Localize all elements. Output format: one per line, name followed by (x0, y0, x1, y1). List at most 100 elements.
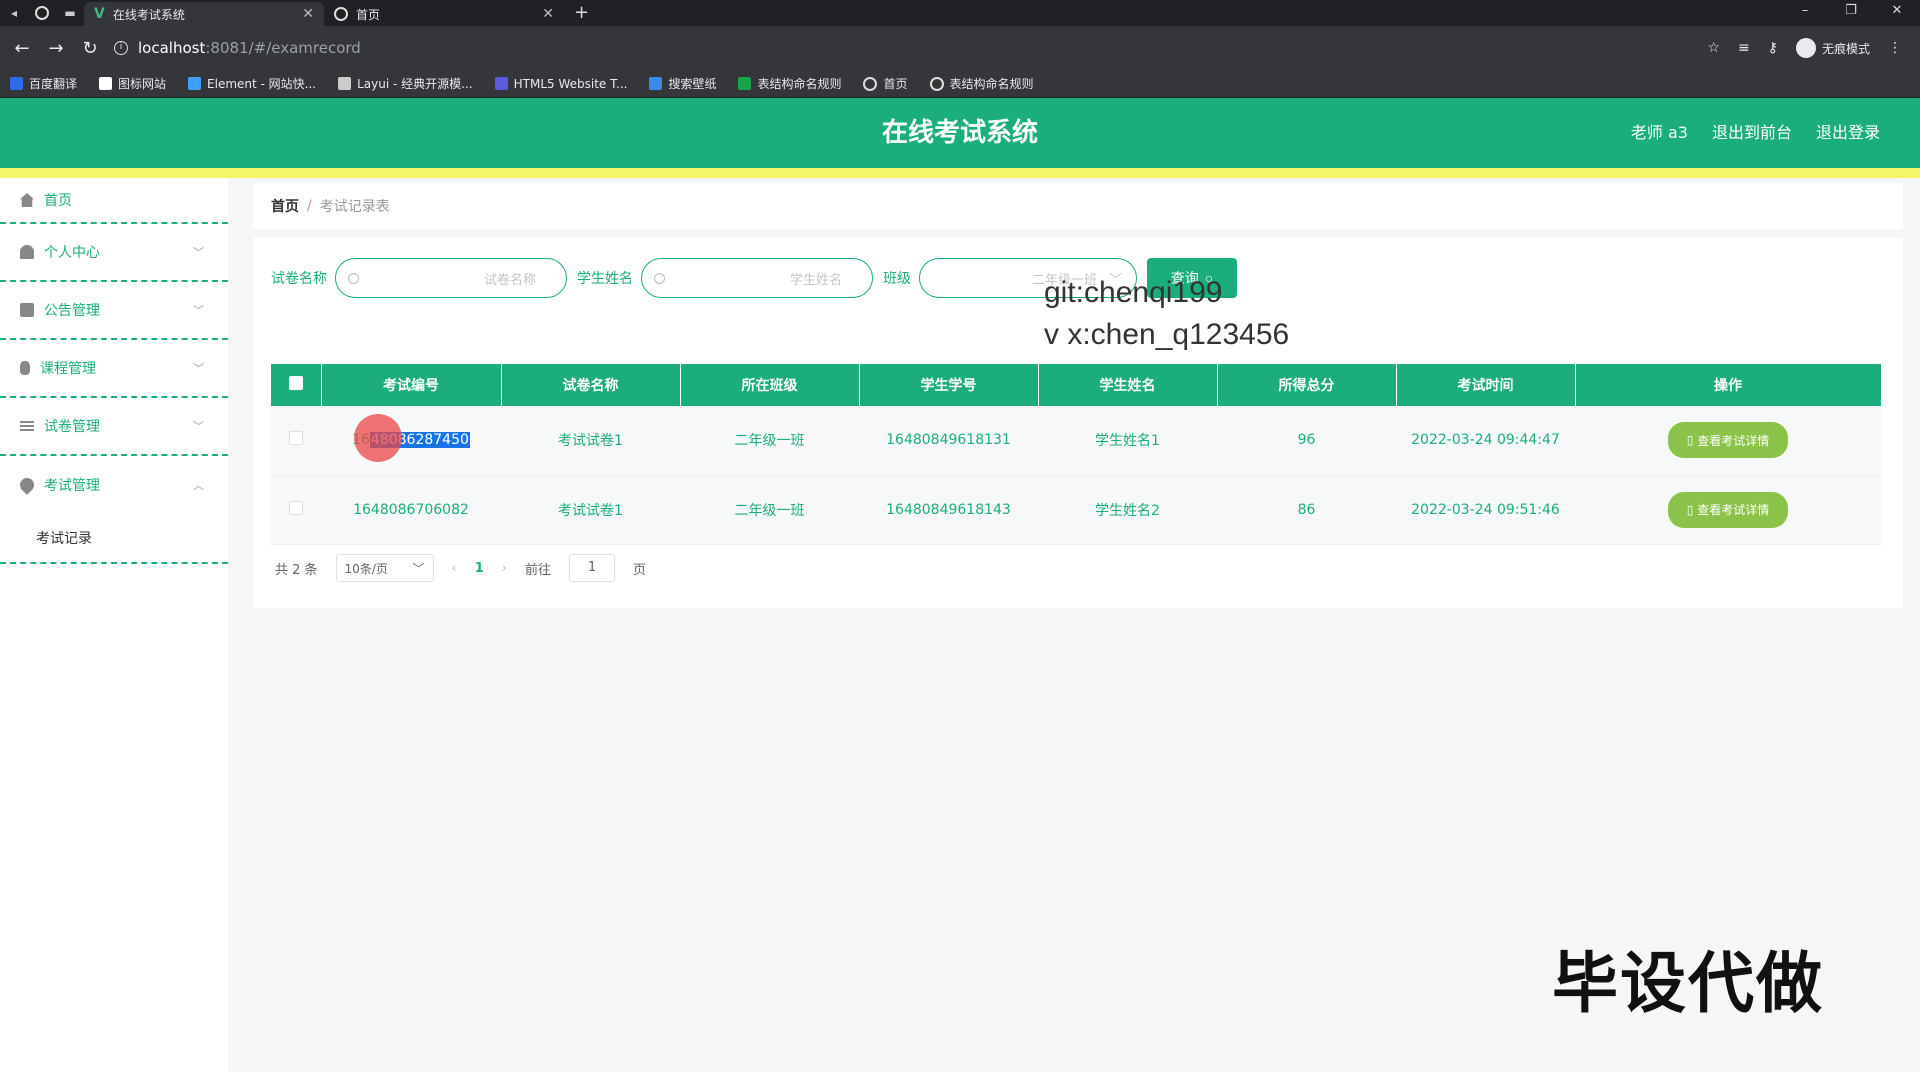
bookmark-item[interactable]: HTML5 Website T... (494, 77, 627, 91)
incognito-badge[interactable]: 无痕模式 (1795, 38, 1870, 58)
bookmark-item[interactable]: Element - 网站快... (188, 75, 316, 92)
url-path: :8081/#/examrecord (205, 39, 361, 57)
search-icon (654, 272, 665, 284)
sidebar-item-home[interactable]: 首页 (0, 178, 228, 224)
table-header-row: 考试编号 试卷名称 所在班级 学生学号 学生姓名 所得总分 考试时间 操作 (271, 364, 1882, 406)
sidebar-item-notice[interactable]: 公告管理 ﹀ (0, 282, 228, 340)
student-name-cell: 学生姓名2 (1038, 475, 1217, 545)
paper-name-label: 试卷名称 (271, 271, 327, 287)
view-exam-detail-button[interactable]: ▯ 查看考试详情 (1668, 491, 1788, 528)
row-checkbox[interactable] (289, 500, 303, 515)
star-icon[interactable]: ☆ (1707, 40, 1720, 56)
more-menu-icon[interactable]: ⋮ (1888, 40, 1902, 56)
paper-name-cell: 考试试卷1 (501, 475, 680, 545)
new-tab-button[interactable]: + (564, 2, 599, 26)
paper-name-input[interactable]: 试卷名称 (335, 258, 567, 298)
exit-to-front-link[interactable]: 退出到前台 (1712, 98, 1792, 168)
document-icon: ▯ (1686, 502, 1694, 517)
watermark-promo: 毕设代做 (1552, 945, 1824, 1022)
column-header: 所得总分 (1217, 364, 1397, 406)
forward-icon[interactable]: → (42, 38, 70, 59)
bookmark-item[interactable]: 表结构命名规则 (929, 75, 1034, 92)
back-icon[interactable]: ← (8, 38, 36, 59)
sidebar-subitem-exam-record[interactable]: 考试记录 (0, 514, 228, 564)
sidebar-item-course[interactable]: 课程管理 ﹀ (0, 340, 228, 398)
course-icon (20, 361, 30, 375)
exam-time-cell: 2022-03-24 09:51:46 (1396, 475, 1575, 545)
row-checkbox[interactable] (289, 431, 303, 446)
sidebar-item-paper[interactable]: 试卷管理 ﹀ (0, 398, 228, 456)
view-exam-detail-button[interactable]: ▯ 查看考试详情 (1668, 422, 1788, 459)
browser-tab[interactable]: 首页 ✕ (324, 2, 564, 26)
close-window-icon[interactable]: ✕ (1874, 0, 1920, 22)
vue-logo-icon: V (94, 6, 105, 22)
home-icon (20, 193, 34, 207)
select-all-checkbox[interactable] (288, 376, 303, 390)
incognito-icon (1795, 38, 1816, 58)
speaker-icon[interactable]: ◂ (0, 0, 28, 26)
breadcrumb-home[interactable]: 首页 (271, 196, 299, 216)
sidebar-item-label: 个人中心 (44, 245, 100, 261)
bookmark-item[interactable]: 表结构命名规则 (738, 75, 841, 92)
student-name-input[interactable]: 学生姓名 (641, 258, 873, 298)
bookmark-label: Layui - 经典开源模... (357, 77, 473, 91)
tab-close-icon[interactable]: ✕ (542, 6, 554, 22)
page-number-current[interactable]: 1 (475, 561, 484, 576)
page-size-select[interactable]: 10条/页 ﹀ (335, 554, 434, 582)
user-icon (20, 245, 34, 259)
restore-icon[interactable]: ❐ (1828, 0, 1874, 22)
breadcrumb: 首页 / 考试记录表 (253, 183, 1903, 229)
globe-icon (334, 7, 348, 21)
bookmark-item[interactable]: 搜索壁纸 (649, 75, 716, 92)
bookmark-item[interactable]: 首页 (863, 75, 908, 92)
reload-icon[interactable]: ↻ (76, 38, 104, 59)
bookmark-item[interactable]: 图标网站 (99, 75, 166, 92)
url-field[interactable]: i localhost:8081/#/examrecord (110, 32, 1702, 64)
bookmark-item[interactable]: 百度翻译 (10, 75, 77, 92)
bookmark-label: 表结构命名规则 (949, 77, 1034, 91)
paper-name-placeholder: 试卷名称 (483, 272, 536, 288)
sidebar: 首页 个人中心 ﹀ 公告管理 ﹀ 课程管理 ﹀ 试卷管理 ﹀ 考试管理 ︿ 考试… (0, 178, 228, 1072)
chevron-down-icon: ﹀ (193, 362, 204, 375)
prev-page-icon[interactable]: ‹ (452, 561, 457, 576)
info-icon[interactable]: i (114, 41, 128, 55)
bookmark-item[interactable]: Layui - 经典开源模... (338, 75, 473, 92)
select-all-cell (271, 364, 322, 406)
sidebar-item-label: 课程管理 (40, 361, 96, 377)
minimize-icon[interactable]: – (1782, 0, 1828, 22)
class-cell: 二年级一班 (680, 406, 859, 476)
globe-icon[interactable] (28, 0, 56, 26)
score-cell: 86 (1217, 475, 1396, 545)
app-header: 在线考试系统 老师 a3 退出到前台 退出登录 (0, 98, 1920, 168)
globe-icon (863, 76, 878, 91)
bookmarks-bar: 百度翻译 图标网站 Element - 网站快... Layui - 经典开源模… (0, 70, 1920, 98)
exam-record-table: 考试编号 试卷名称 所在班级 学生学号 学生姓名 所得总分 考试时间 操作 16… (271, 364, 1882, 545)
breadcrumb-separator: / (307, 198, 312, 214)
column-header: 所在班级 (680, 364, 860, 406)
table-row[interactable]: 1648086706082 考试试卷1 二年级一班 16480849618143… (271, 475, 1881, 545)
key-icon[interactable]: ⚷ (1768, 40, 1778, 56)
next-page-icon[interactable]: › (502, 561, 507, 576)
table-row[interactable]: 1648086287450 考试试卷1 二年级一班 16480849618131… (271, 406, 1881, 476)
goto-page-input[interactable]: 1 (569, 554, 616, 582)
chevron-up-icon: ︿ (193, 479, 204, 492)
browser-tab-active[interactable]: V 在线考试系统 ✕ (84, 2, 324, 26)
logout-link[interactable]: 退出登录 (1816, 98, 1880, 168)
bookmark-label: 表结构命名规则 (757, 77, 842, 91)
bookmark-label: 搜索壁纸 (668, 77, 717, 91)
paper-name-cell: 考试试卷1 (501, 406, 680, 476)
tab-close-icon[interactable]: ✕ (302, 6, 314, 22)
bookmark-icon (738, 77, 752, 90)
reading-list-icon[interactable]: ≡ (1738, 40, 1750, 56)
bookmark-label: 百度翻译 (29, 77, 78, 91)
sidebar-item-exam[interactable]: 考试管理 ︿ (0, 456, 228, 514)
pin-icon (17, 475, 37, 495)
sidebar-item-personal-center[interactable]: 个人中心 ﹀ (0, 224, 228, 282)
column-header: 考试时间 (1396, 364, 1576, 406)
bookmark-icon (338, 77, 352, 90)
exam-no-cell: 1648086287450 (321, 406, 501, 476)
bookmark-icon (10, 77, 23, 90)
window-icon[interactable]: ▬ (56, 0, 84, 26)
accent-bar (0, 168, 1920, 178)
sliders-icon (20, 421, 34, 431)
